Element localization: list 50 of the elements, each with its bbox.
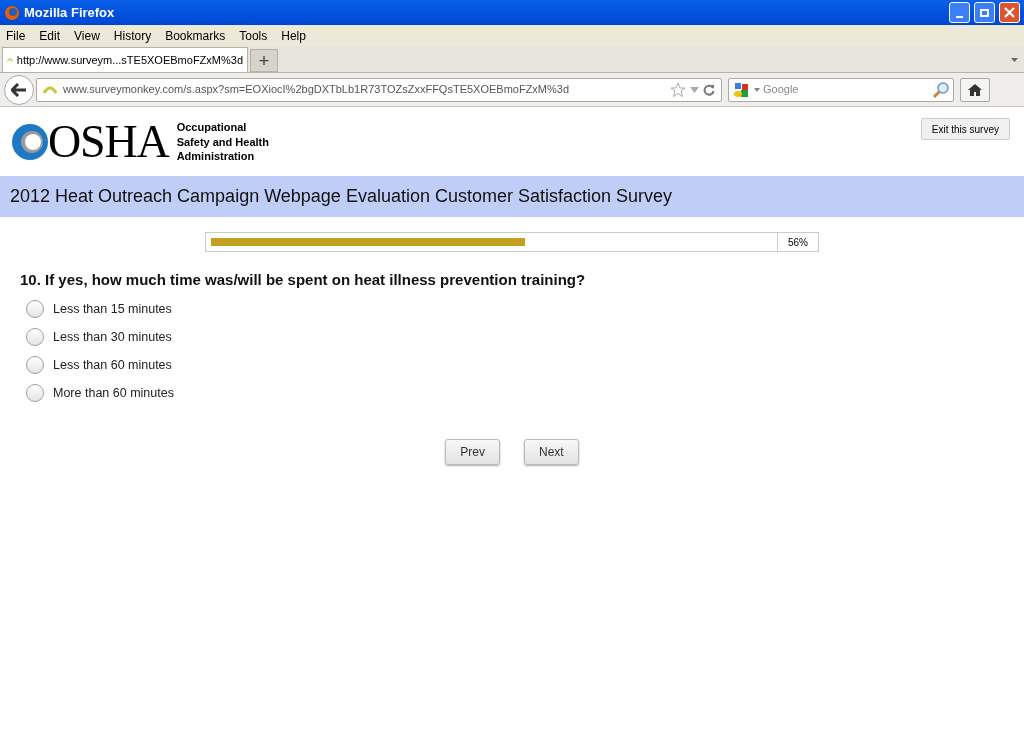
option-label[interactable]: More than 60 minutes: [53, 383, 174, 403]
browser-tab[interactable]: http://www.surveym...sTE5XOEBmoFZxM%3d: [2, 47, 248, 72]
close-icon: [1004, 7, 1015, 18]
close-button[interactable]: [999, 2, 1020, 23]
home-icon: [967, 82, 983, 97]
agency-name-line: Administration: [176, 149, 256, 164]
prev-button[interactable]: Prev: [445, 438, 500, 465]
question-text: 10. If yes, how much time was/will be spent on heat illness prevention training?: [20, 270, 587, 290]
radio-button[interactable]: [26, 356, 44, 374]
caret-icon[interactable]: [754, 87, 760, 92]
radio-button[interactable]: [26, 384, 44, 402]
search-icon[interactable]: [932, 80, 950, 99]
address-field[interactable]: www.surveymonkey.com/s.aspx?sm=EOXiocI%2bgDXTbLb1R73TOZsZxxFFQsTE5XOEBmoFZxM%3d: [36, 77, 722, 102]
radio-button[interactable]: [26, 300, 44, 318]
caret-icon[interactable]: [1011, 58, 1018, 62]
site-icon: [43, 85, 57, 94]
back-arrow-icon: [11, 82, 27, 97]
next-button[interactable]: Next: [524, 438, 579, 465]
site-icon: [7, 56, 13, 64]
minimize-button[interactable]: [949, 2, 970, 23]
logo-text: OSHA: [48, 119, 169, 165]
reload-icon[interactable]: [703, 83, 715, 96]
browser-logo-icon: [4, 4, 20, 21]
star-icon[interactable]: [670, 81, 686, 98]
search-engine-icon[interactable]: [733, 81, 751, 98]
menu-item[interactable]: Bookmarks: [165, 26, 226, 45]
logo-ring-icon: [10, 122, 50, 162]
window-title: Mozilla Firefox: [24, 3, 115, 22]
menu-item[interactable]: File: [6, 26, 26, 45]
search-bar[interactable]: Google: [728, 77, 954, 102]
menu-item[interactable]: Edit: [39, 26, 61, 45]
menu-item[interactable]: History: [113, 26, 152, 45]
menu-item[interactable]: View: [74, 26, 100, 45]
option-label[interactable]: Less than 30 minutes: [53, 327, 172, 347]
home-button[interactable]: [960, 77, 990, 102]
agency-name-line: Occupational: [176, 120, 248, 135]
search-field[interactable]: Google: [763, 81, 932, 98]
back-button[interactable]: [4, 74, 34, 105]
option-label[interactable]: Less than 15 minutes: [53, 299, 172, 319]
caret-icon[interactable]: [690, 86, 699, 93]
new-tab-button[interactable]: +: [250, 49, 278, 72]
menu-item[interactable]: Tools: [239, 26, 268, 45]
progress-percent: 56%: [778, 232, 819, 252]
option-label[interactable]: Less than 60 minutes: [53, 355, 172, 375]
agency-name-line: Safety and Health: [176, 134, 269, 150]
exit-survey-button[interactable]: Exit this survey: [920, 118, 1010, 140]
survey-title: 2012 Heat Outreach Campaign Webpage Evaluation Customer Satisfaction Survey: [10, 185, 673, 208]
radio-button[interactable]: [26, 328, 44, 346]
restore-button[interactable]: [974, 2, 995, 23]
menu-item[interactable]: Help: [281, 26, 306, 45]
